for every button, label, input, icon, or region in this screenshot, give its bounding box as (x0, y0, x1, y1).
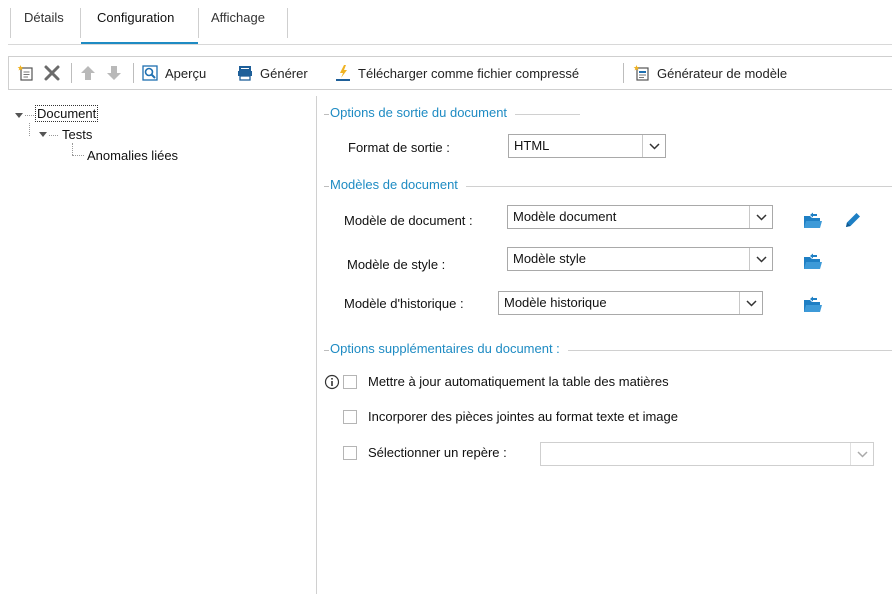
preview-label: Aperçu (165, 65, 207, 81)
tab-separator (10, 8, 11, 38)
delete-button[interactable] (43, 57, 61, 89)
tab-bar-border (8, 44, 892, 45)
style-template-label: Modèle de style : (347, 257, 446, 272)
history-template-select[interactable]: Modèle historique (498, 291, 763, 315)
document-template-value: Modèle document (513, 209, 617, 224)
template-generator-label: Générateur de modèle (657, 65, 788, 81)
generate-button[interactable]: Générer (236, 57, 308, 89)
toolbar-separator (133, 63, 134, 83)
new-item-icon (17, 65, 33, 81)
chevron-down-icon[interactable] (749, 248, 772, 270)
download-compressed-button[interactable]: Télécharger comme fichier compressé (334, 57, 579, 89)
folder-open-icon (804, 253, 822, 269)
folder-open-icon (804, 296, 822, 312)
toolbar-separator (71, 63, 72, 83)
move-up-button[interactable] (79, 57, 97, 89)
history-template-value: Modèle historique (504, 295, 607, 310)
chevron-down-icon[interactable] (850, 443, 873, 465)
template-generator-button[interactable]: Générateur de modèle (633, 57, 787, 89)
pencil-icon (846, 213, 860, 227)
add-item-button[interactable] (17, 57, 35, 89)
chevron-down-icon[interactable] (739, 292, 762, 314)
output-format-value: HTML (514, 138, 550, 153)
tree-expand-arrow-icon[interactable] (15, 113, 23, 119)
template-generator-icon (633, 65, 649, 81)
tree-node-related-defects[interactable]: Anomalies liées (87, 148, 178, 163)
auto-update-toc-checkbox[interactable] (343, 375, 357, 389)
chevron-down-icon[interactable] (642, 135, 665, 157)
tab-configuration[interactable]: Configuration (97, 10, 174, 40)
tree-node-tests[interactable]: Tests (62, 127, 92, 142)
embed-attachments-label: Incorporer des pièces jointes au format … (368, 409, 678, 424)
tab-bar: Détails Configuration Affichage (0, 0, 892, 46)
info-icon[interactable] (324, 374, 340, 390)
tab-separator (80, 8, 81, 38)
output-format-label: Format de sortie : (348, 140, 450, 155)
tab-affichage[interactable]: Affichage (211, 10, 265, 40)
tab-details[interactable]: Détails (24, 10, 64, 40)
delete-x-icon (44, 65, 60, 81)
move-down-button[interactable] (105, 57, 123, 89)
panel-splitter[interactable] (316, 96, 317, 594)
download-label: Télécharger comme fichier compressé (358, 65, 580, 81)
browse-history-template-button[interactable] (802, 294, 824, 316)
generate-document-icon (238, 66, 252, 81)
bookmark-select[interactable] (540, 442, 874, 466)
toolbar: Aperçu Générer Télécharger comme fichier… (8, 56, 892, 90)
history-template-label: Modèle d'historique : (344, 296, 464, 311)
preview-button[interactable]: Aperçu (141, 57, 206, 89)
document-templates-header: Modèles de document (330, 177, 466, 192)
download-icon (336, 65, 350, 81)
auto-update-toc-label: Mettre à jour automatiquement la table d… (368, 374, 669, 389)
select-bookmark-label: Sélectionner un repère : (368, 445, 507, 460)
tree-node-document[interactable]: Document (34, 105, 99, 122)
chevron-down-icon[interactable] (749, 206, 772, 228)
select-bookmark-checkbox[interactable] (343, 446, 357, 460)
document-template-select[interactable]: Modèle document (507, 205, 773, 229)
folder-open-icon (804, 212, 822, 228)
tree-expand-arrow-icon[interactable] (39, 132, 47, 138)
document-tree: Document Tests Anomalies liées (0, 96, 316, 594)
output-options-header: Options de sortie du document (330, 105, 516, 120)
arrow-up-icon (81, 66, 95, 80)
tab-separator (287, 8, 288, 38)
generate-label: Générer (260, 65, 308, 81)
tab-separator (198, 8, 199, 38)
style-template-value: Modèle style (513, 251, 586, 266)
document-template-label: Modèle de document : (344, 213, 473, 228)
toolbar-separator (623, 63, 624, 83)
extra-options-header: Options supplémentaires du document : (330, 341, 568, 356)
arrow-down-icon (107, 66, 121, 80)
embed-attachments-checkbox[interactable] (343, 410, 357, 424)
browse-document-template-button[interactable] (802, 210, 824, 232)
style-template-select[interactable]: Modèle style (507, 247, 773, 271)
edit-document-template-button[interactable] (842, 209, 864, 231)
output-format-select[interactable]: HTML (508, 134, 666, 158)
magnifier-icon (142, 65, 158, 81)
browse-style-template-button[interactable] (802, 251, 824, 273)
